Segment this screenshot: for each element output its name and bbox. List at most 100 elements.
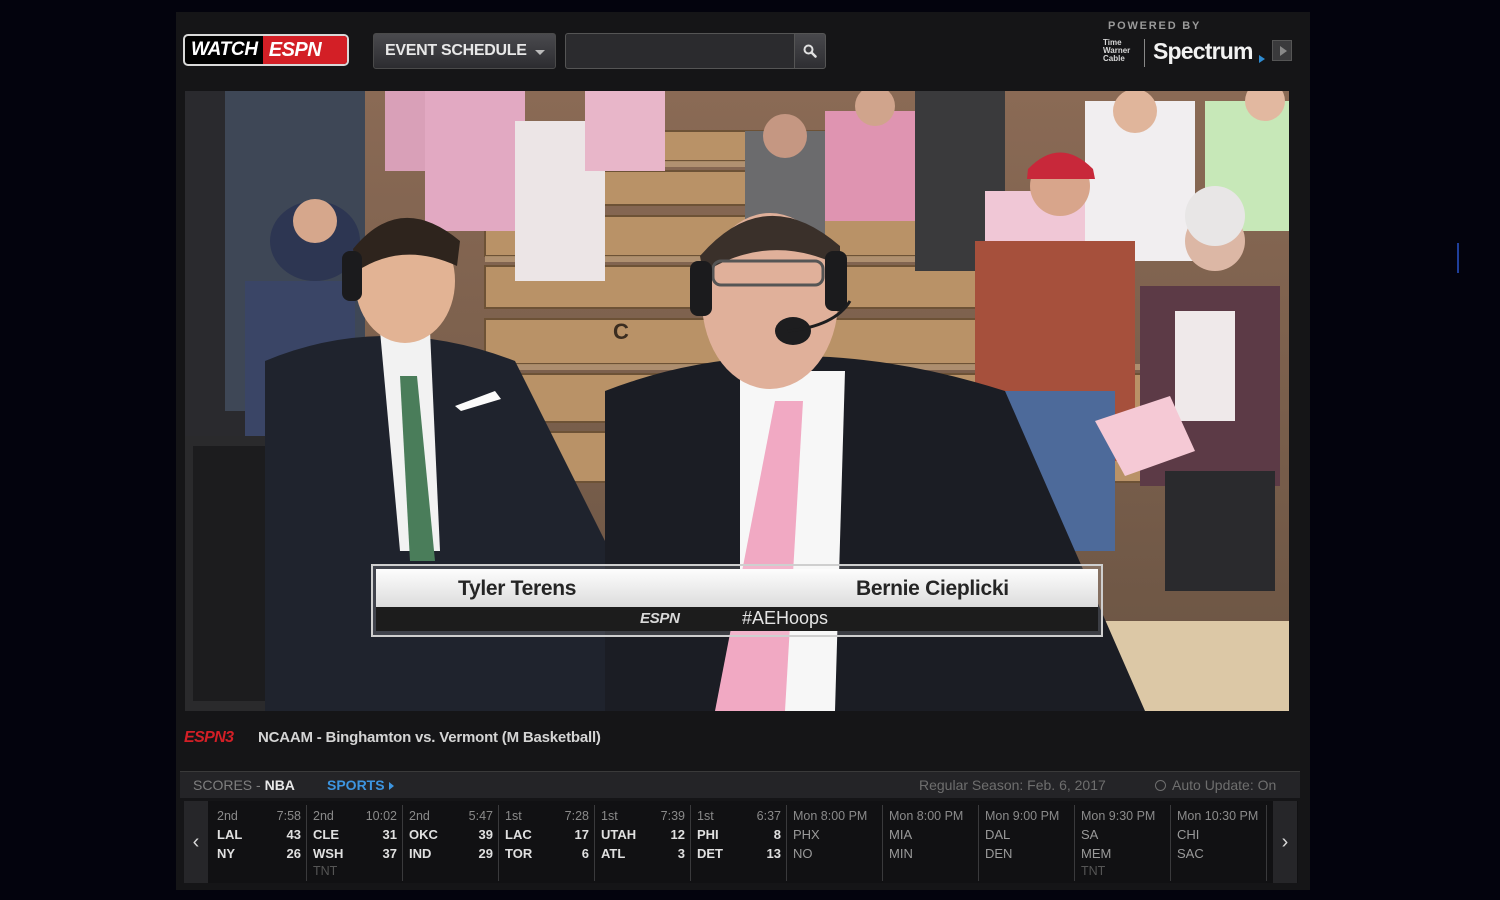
away-team-row: PHX bbox=[793, 825, 877, 844]
home-team-row: DEN bbox=[985, 844, 1069, 863]
game-period: Mon 10:30 PM bbox=[1177, 809, 1259, 823]
games-list: 2nd 7:58 LAL 43 NY 26 2nd 10:02 CLE 31 WSH 37 TNT 2nd… bbox=[211, 805, 1271, 881]
caret-down-icon bbox=[535, 50, 545, 55]
game-period: 1st bbox=[697, 809, 714, 823]
game-card[interactable]: Mon 9:00 PM DAL DEN bbox=[979, 805, 1075, 881]
game-clock: 7:28 bbox=[564, 809, 589, 823]
away-team: UTAH bbox=[601, 827, 637, 842]
home-team-row: NO bbox=[793, 844, 877, 863]
commentator-name-right: Bernie Cieplicki bbox=[856, 577, 1009, 600]
game-card[interactable]: Mon 9:30 PM SA MEM TNT bbox=[1075, 805, 1171, 881]
away-score: 17 bbox=[574, 827, 589, 842]
event-schedule-button[interactable]: EVENT SCHEDULE bbox=[373, 33, 556, 69]
game-status: 2nd 5:47 bbox=[409, 808, 493, 825]
game-card[interactable]: 2nd 10:02 CLE 31 WSH 37 TNT bbox=[307, 805, 403, 881]
home-score: 29 bbox=[478, 846, 493, 861]
game-card[interactable]: 1st 7:28 LAC 17 TOR 6 bbox=[499, 805, 595, 881]
game-status: Mon 8:00 PM bbox=[889, 808, 973, 825]
commentator-name-left: Tyler Terens bbox=[458, 577, 577, 600]
game-status: Mon 8:00 PM bbox=[793, 808, 877, 825]
game-clock: 6:37 bbox=[756, 809, 781, 823]
home-score: 13 bbox=[766, 846, 781, 861]
tv-network: TNT bbox=[1081, 864, 1106, 878]
clock-icon bbox=[1155, 780, 1166, 791]
game-card[interactable]: Mon 10:30 PM CHI SAC bbox=[1171, 805, 1267, 881]
home-team: MIN bbox=[889, 846, 913, 861]
away-team-row: LAL 43 bbox=[217, 825, 301, 844]
home-team-row: IND 29 bbox=[409, 844, 493, 863]
away-team: PHX bbox=[793, 827, 820, 842]
away-score: 43 bbox=[286, 827, 301, 842]
game-status: Mon 9:30 PM bbox=[1081, 808, 1165, 825]
game-card[interactable]: Mon 8:00 PM PHX NO bbox=[787, 805, 883, 881]
home-team: SAC bbox=[1177, 846, 1204, 861]
home-score: 26 bbox=[286, 846, 301, 861]
game-card[interactable]: 2nd 5:47 OKC 39 IND 29 bbox=[403, 805, 499, 881]
game-card[interactable]: Mon 8:00 PM MIA MIN bbox=[883, 805, 979, 881]
espn-bug-logo: ESPN bbox=[640, 610, 680, 627]
game-card[interactable]: 1st 6:37 PHI 8 DET 13 bbox=[691, 805, 787, 881]
home-team-row: ATL 3 bbox=[601, 844, 685, 863]
game-status: 1st 7:39 bbox=[601, 808, 685, 825]
play-icon bbox=[1279, 45, 1287, 56]
home-team-row: NY 26 bbox=[217, 844, 301, 863]
video-player[interactable]: C Tyler Terens Bernie Cieplicki ESPN #AE… bbox=[185, 91, 1289, 711]
away-team: LAL bbox=[217, 827, 243, 842]
logo-espn-text: ESPN bbox=[262, 36, 347, 64]
scores-label: SCORES - NBA bbox=[193, 777, 295, 793]
sponsor-play-button[interactable] bbox=[1272, 40, 1292, 61]
sports-link-label: SPORTS bbox=[327, 777, 385, 793]
auto-update-label: Auto Update: On bbox=[1172, 777, 1277, 793]
away-team-row: UTAH 12 bbox=[601, 825, 685, 844]
away-team-row: MIA bbox=[889, 825, 973, 844]
game-period: 1st bbox=[505, 809, 522, 823]
game-period: Mon 8:00 PM bbox=[793, 809, 868, 823]
away-team-row: DAL bbox=[985, 825, 1069, 844]
powered-by-label: POWERED BY bbox=[1108, 20, 1202, 32]
lower-third-bar: ESPN #AEHoops bbox=[376, 607, 1098, 631]
home-team: NO bbox=[793, 846, 813, 861]
away-team-row: SA bbox=[1081, 825, 1165, 844]
watchespn-logo[interactable]: WATCH ESPN bbox=[183, 34, 349, 66]
away-team: SA bbox=[1081, 827, 1099, 842]
away-team-row: LAC 17 bbox=[505, 825, 589, 844]
home-team: TOR bbox=[505, 846, 533, 861]
away-score: 39 bbox=[478, 827, 493, 842]
auto-update-toggle[interactable]: Auto Update: On bbox=[1155, 777, 1276, 793]
twc-logo: Time Warner Cable bbox=[1103, 38, 1131, 63]
game-status: Mon 9:00 PM bbox=[985, 808, 1069, 825]
game-clock: 7:39 bbox=[660, 809, 685, 823]
season-label: Regular Season: Feb. 6, 2017 bbox=[919, 777, 1106, 793]
scores-next-button[interactable]: › bbox=[1273, 801, 1297, 883]
game-status: 1st 7:28 bbox=[505, 808, 589, 825]
scores-prev-button[interactable]: ‹ bbox=[184, 801, 208, 883]
home-team-row: TOR 6 bbox=[505, 844, 589, 863]
edge-marker bbox=[1457, 243, 1459, 273]
away-team-row: OKC 39 bbox=[409, 825, 493, 844]
home-score: 37 bbox=[382, 846, 397, 861]
chevron-left-icon: ‹ bbox=[192, 830, 200, 853]
league-selector[interactable]: NBA bbox=[265, 777, 295, 793]
away-team: CLE bbox=[313, 827, 339, 842]
search-button[interactable] bbox=[794, 33, 826, 69]
lower-third-names: Tyler Terens Bernie Cieplicki bbox=[376, 569, 1098, 607]
logo-watch-text: WATCH bbox=[191, 39, 258, 60]
spectrum-logo[interactable]: Spectrum bbox=[1153, 38, 1253, 65]
search-input[interactable] bbox=[565, 33, 795, 69]
game-period: Mon 9:00 PM bbox=[985, 809, 1060, 823]
away-score: 31 bbox=[382, 827, 397, 842]
hashtag-label: #AEHoops bbox=[742, 608, 829, 628]
game-status: 2nd 10:02 bbox=[313, 808, 397, 825]
home-score: 3 bbox=[677, 846, 685, 861]
away-team: DAL bbox=[985, 827, 1011, 842]
away-team: CHI bbox=[1177, 827, 1200, 842]
triangle-right-icon bbox=[388, 782, 394, 790]
home-team-row: WSH 37 bbox=[313, 844, 397, 863]
home-team: WSH bbox=[313, 846, 344, 861]
scores-header: SCORES - NBA SPORTS Regular Season: Feb.… bbox=[180, 771, 1300, 798]
home-team: MEM bbox=[1081, 846, 1112, 861]
game-card[interactable]: 2nd 7:58 LAL 43 NY 26 bbox=[211, 805, 307, 881]
scores-prefix: SCORES - bbox=[193, 777, 265, 793]
sports-link[interactable]: SPORTS bbox=[327, 777, 394, 793]
game-card[interactable]: 1st 7:39 UTAH 12 ATL 3 bbox=[595, 805, 691, 881]
